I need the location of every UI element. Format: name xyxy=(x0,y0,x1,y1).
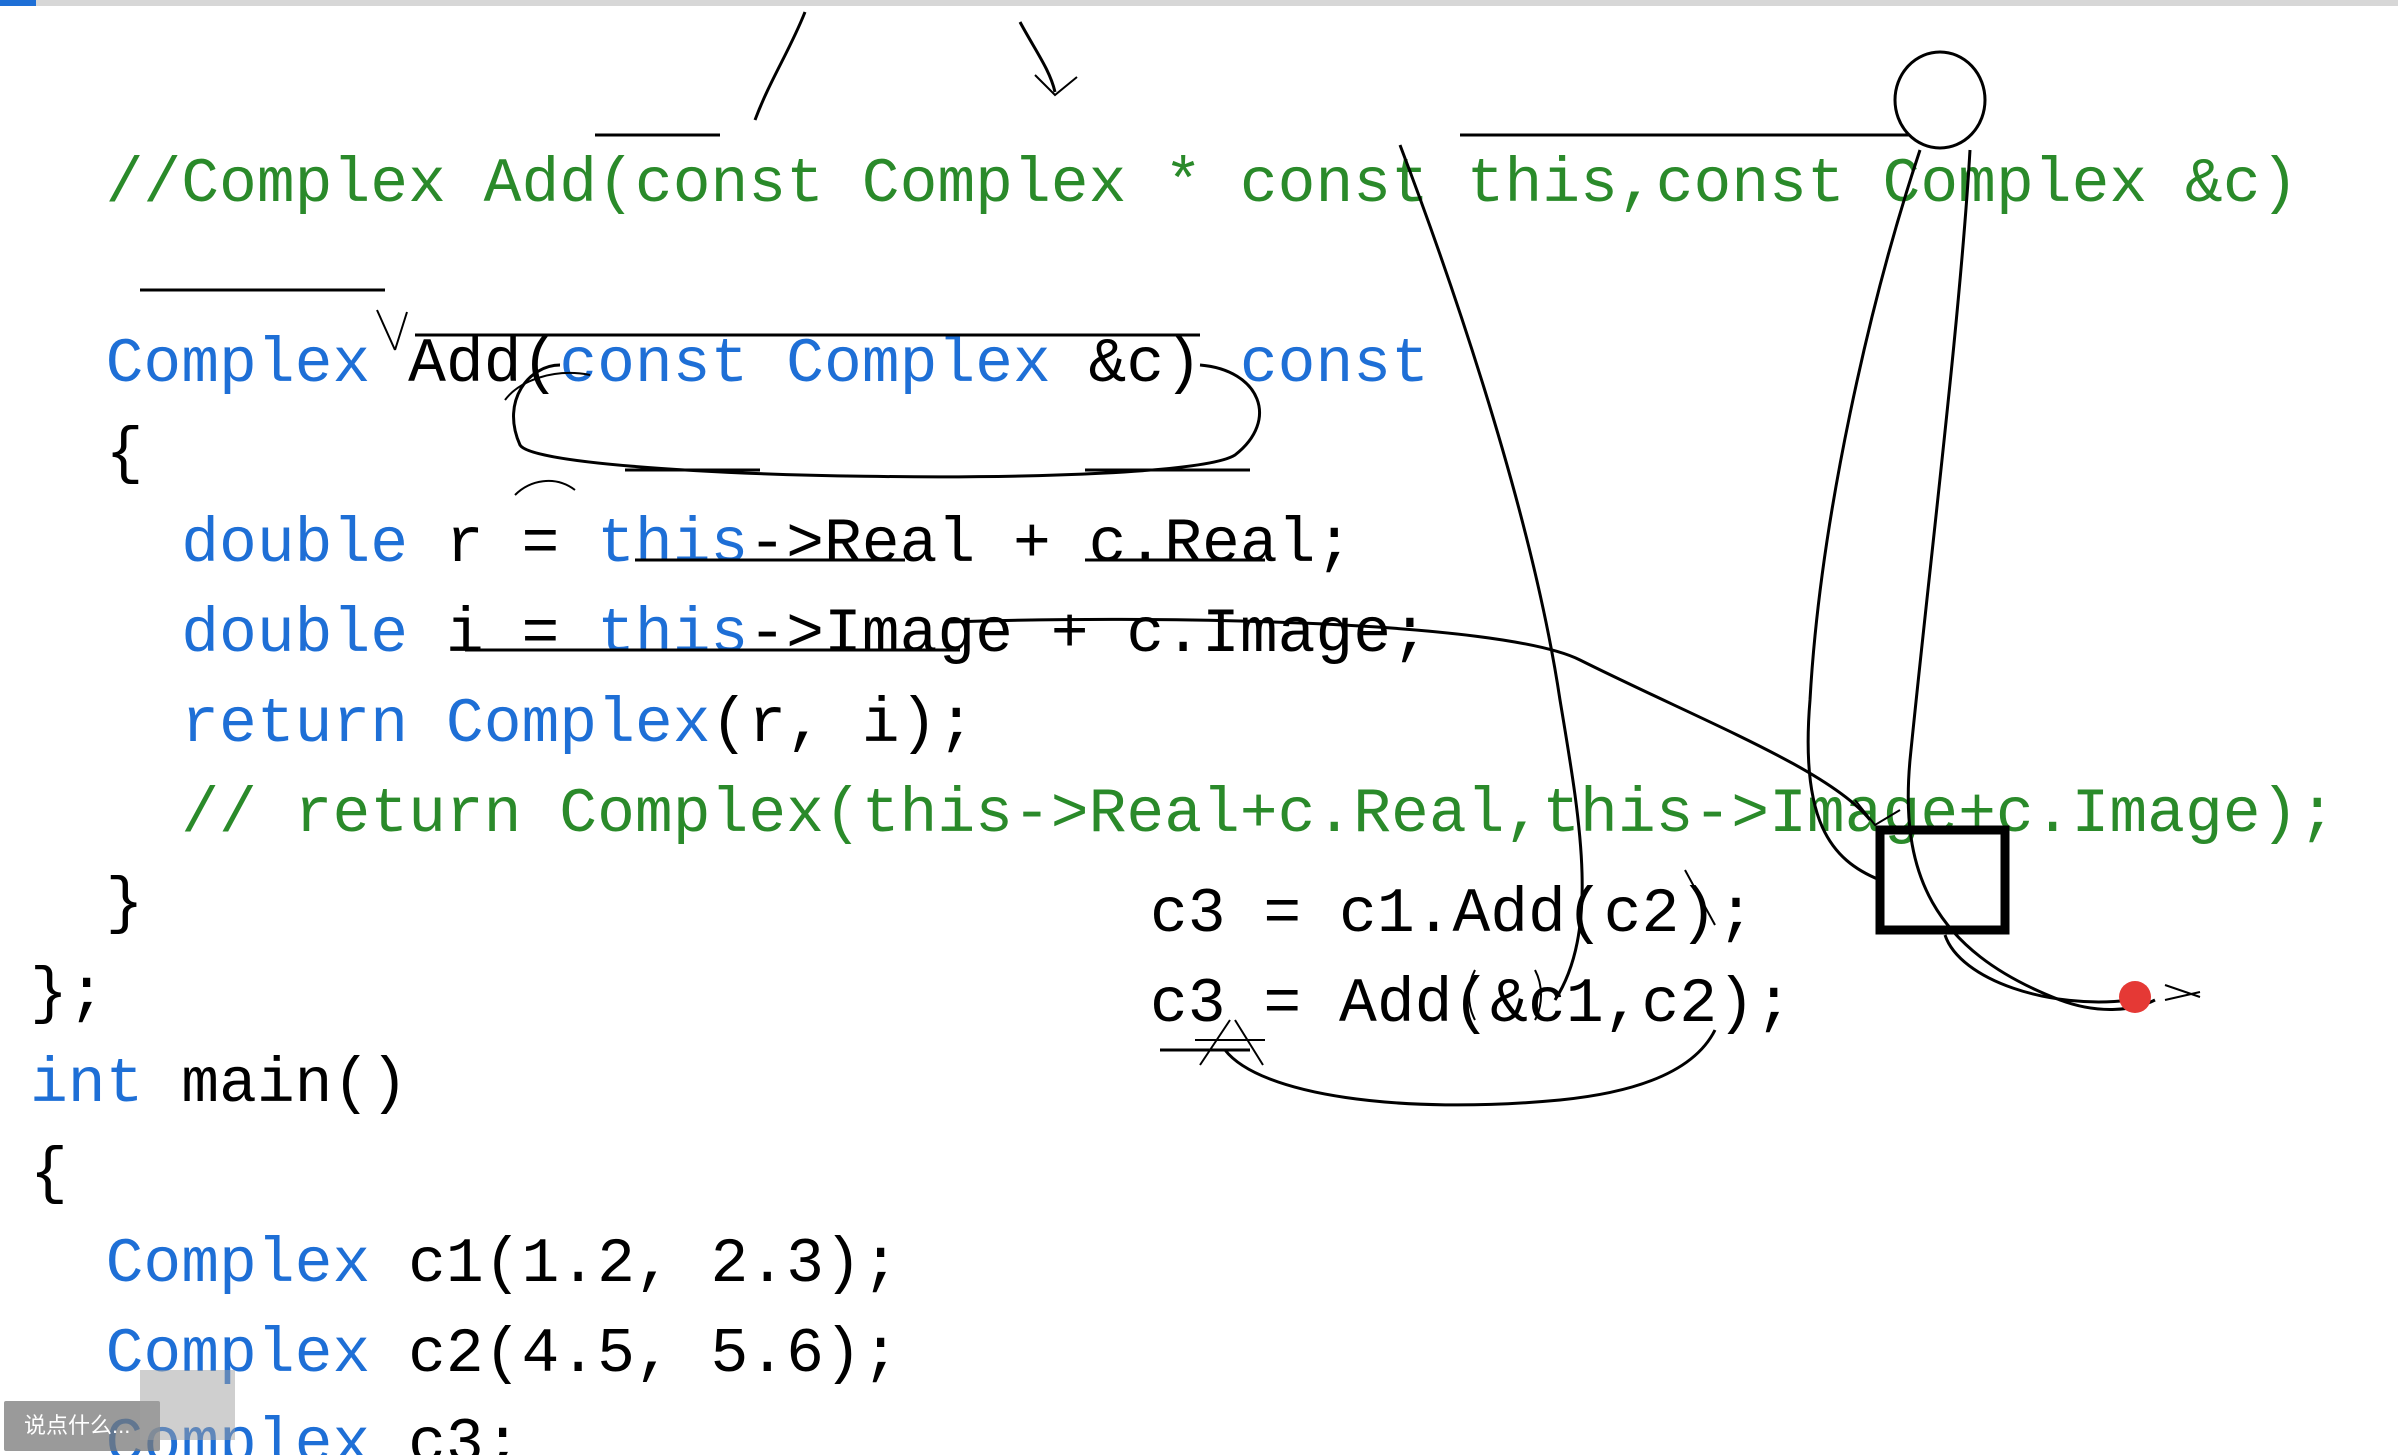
t: ->Real + c.Real; xyxy=(748,509,1353,580)
t: { xyxy=(30,1139,68,1210)
code-line-8: }; xyxy=(30,959,106,1030)
t: }; xyxy=(30,959,106,1030)
t: { xyxy=(106,419,144,490)
side-expr-2: c3 = Add(&c1,c2); xyxy=(1150,960,1793,1050)
code-line-4: double i = this->Image + c.Image; xyxy=(30,599,1429,670)
t: const xyxy=(559,329,748,400)
code-line-11: Complex c1(1.2, 2.3); xyxy=(30,1229,900,1300)
t: i = xyxy=(408,599,597,670)
progress-track xyxy=(0,0,2398,6)
t: main() xyxy=(143,1049,408,1120)
t: c2(4.5, 5.6); xyxy=(370,1319,899,1390)
progress-fill xyxy=(0,0,36,6)
t: int xyxy=(30,1049,143,1120)
t: &c xyxy=(2185,149,2261,220)
code-line-2: { xyxy=(30,419,143,490)
t: c1(1.2, 2.3); xyxy=(370,1229,899,1300)
t: r = xyxy=(408,509,597,580)
t: &c) xyxy=(1051,329,1240,400)
t: const xyxy=(1240,329,1429,400)
side-expr-1: c3 = c1.Add(c2); xyxy=(1150,870,1755,960)
code-line-10: { xyxy=(30,1139,68,1210)
t xyxy=(748,329,786,400)
t: return xyxy=(181,689,408,760)
t: this xyxy=(597,599,748,670)
t: ) xyxy=(2261,149,2299,220)
t: //Complex Add( xyxy=(106,149,635,220)
t: this xyxy=(597,509,748,580)
t: Complex xyxy=(446,689,711,760)
t: (r, i); xyxy=(711,689,976,760)
code-line-9: int main() xyxy=(30,1049,408,1120)
t: Complex xyxy=(786,329,1051,400)
t: c3; xyxy=(370,1409,521,1455)
t: const Complex xyxy=(1656,149,2185,220)
t: Complex xyxy=(106,1319,371,1390)
t: Add( xyxy=(370,329,559,400)
t: Complex xyxy=(824,149,1164,220)
code-block: //Complex Add(const Complex * const this… xyxy=(30,50,2336,1455)
t: * xyxy=(1164,149,1202,220)
code-line-5: return Complex(r, i); xyxy=(30,689,975,760)
t: Complex xyxy=(106,1229,371,1300)
code-line-6: // return Complex(this->Real+c.Real,this… xyxy=(30,779,2336,850)
t xyxy=(408,689,446,760)
comment-placeholder[interactable]: 说点什么... xyxy=(4,1401,160,1451)
code-line-3: double r = this->Real + c.Real; xyxy=(30,509,1353,580)
code-line-12: Complex c2(4.5, 5.6); xyxy=(30,1319,900,1390)
code-line-0: //Complex Add(const Complex * const this… xyxy=(30,149,2298,220)
t: const xyxy=(635,149,824,220)
t: const this, xyxy=(1202,149,1656,220)
t: ->Image + c.Image; xyxy=(748,599,1429,670)
t: Complex xyxy=(106,329,371,400)
code-line-7: } xyxy=(30,869,143,940)
t: } xyxy=(106,869,144,940)
t: // return Complex(this->Real+c.Real,this… xyxy=(181,779,2336,850)
blank xyxy=(30,239,68,310)
t: double xyxy=(181,509,408,580)
t: double xyxy=(181,599,408,670)
code-line-1: Complex Add(const Complex &c) const xyxy=(30,329,1429,400)
